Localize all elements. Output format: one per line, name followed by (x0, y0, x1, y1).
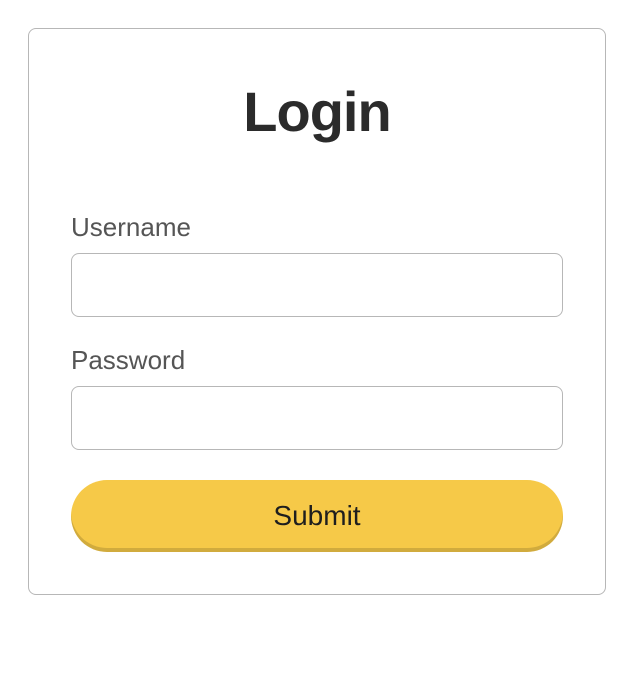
password-group: Password (71, 345, 563, 450)
username-label: Username (71, 212, 563, 243)
username-input[interactable] (71, 253, 563, 317)
password-label: Password (71, 345, 563, 376)
page-title: Login (71, 79, 563, 144)
username-group: Username (71, 212, 563, 317)
login-card: Login Username Password Submit (28, 28, 606, 595)
submit-button[interactable]: Submit (71, 480, 563, 552)
password-input[interactable] (71, 386, 563, 450)
